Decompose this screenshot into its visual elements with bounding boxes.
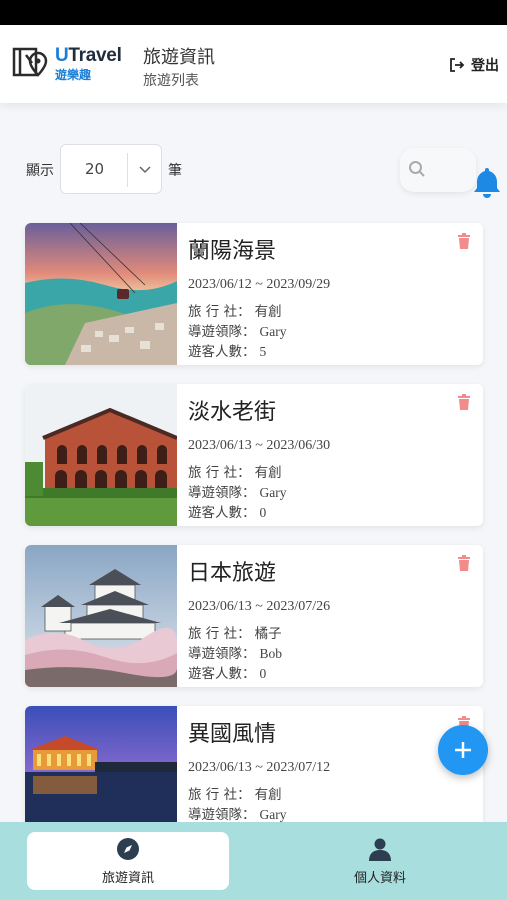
select-divider (127, 153, 128, 187)
tour-agency: 旅 行 社： 有創 (188, 787, 282, 803)
logout-label: 登出 (471, 58, 499, 74)
page-size-select[interactable]: 20 (60, 144, 162, 194)
bell-icon[interactable] (472, 166, 502, 200)
tour-visitors: 遊客人數： 0 (188, 666, 267, 682)
page-size-value: 20 (85, 160, 105, 178)
tour-photo-castle (25, 545, 177, 687)
tour-card[interactable]: 淡水老街 2023/06/13 ~ 2023/06/30 旅 行 社： 有創 導遊… (25, 384, 483, 526)
tour-guide: 導遊領隊： Bob (188, 646, 283, 662)
tour-guide: 導遊領隊： Gary (188, 485, 287, 501)
list-toolbar: 顯示 20 筆 (0, 140, 507, 200)
tour-agency: 旅 行 社： 橘子 (188, 626, 282, 642)
map-pin-logo-icon (12, 47, 48, 77)
tour-dates: 2023/06/13 ~ 2023/07/12 (188, 760, 331, 775)
compass-icon (117, 837, 139, 860)
trash-icon[interactable] (457, 233, 471, 249)
bottom-navigation: 旅遊資訊 個人資料 (0, 822, 507, 900)
tour-dates: 2023/06/13 ~ 2023/07/26 (188, 599, 331, 614)
tour-dates: 2023/06/12 ~ 2023/09/29 (188, 277, 331, 292)
tour-card[interactable]: 日本旅遊 2023/06/13 ~ 2023/07/26 旅 行 社： 橘子 導遊… (25, 545, 483, 687)
tour-dates: 2023/06/13 ~ 2023/06/30 (188, 438, 331, 453)
search-icon (409, 161, 425, 177)
page-subtitle: 旅遊列表 (143, 73, 199, 89)
page-title: 旅遊資訊 (143, 47, 215, 68)
nav-tab-tour-info[interactable]: 旅遊資訊 (27, 832, 229, 890)
app-header: UTravel 遊樂趣 旅遊資訊 旅遊列表 登出 (0, 25, 507, 103)
tour-title: 異國風情 (188, 722, 277, 747)
add-tour-button[interactable] (438, 725, 488, 775)
status-bar (0, 0, 507, 25)
tour-photo-red-fort (25, 384, 177, 526)
logout-icon (450, 58, 465, 72)
search-button[interactable] (400, 148, 476, 192)
app-logo[interactable]: UTravel 遊樂趣 (12, 43, 132, 85)
plus-icon (455, 742, 471, 758)
trash-icon[interactable] (457, 555, 471, 571)
tour-card[interactable]: 蘭陽海景 2023/06/12 ~ 2023/09/29 旅 行 社： 有創 導遊… (25, 223, 483, 365)
tour-title: 淡水老街 (188, 400, 277, 425)
logo-tagline: 遊樂趣 (55, 68, 92, 82)
nav-tab-label: 旅遊資訊 (101, 870, 154, 886)
tour-photo-coast (25, 223, 177, 365)
tour-visitors: 遊客人數： 0 (188, 505, 267, 521)
unit-label: 筆 (168, 163, 182, 179)
logo-wordmark: UTravel (55, 45, 122, 66)
tour-guide: 導遊領隊： Gary (188, 807, 287, 823)
show-label: 顯示 (26, 163, 54, 179)
tour-agency: 旅 行 社： 有創 (188, 304, 282, 320)
tour-agency: 旅 行 社： 有創 (188, 465, 282, 481)
tour-guide: 導遊領隊： Gary (188, 324, 287, 340)
trash-icon[interactable] (457, 394, 471, 410)
tour-title: 日本旅遊 (188, 561, 277, 586)
nav-tab-label: 個人資料 (353, 870, 406, 886)
chevron-down-icon (139, 166, 151, 174)
tour-visitors: 遊客人數： 5 (188, 344, 267, 360)
user-icon (369, 838, 391, 861)
nav-tab-profile[interactable]: 個人資料 (279, 832, 481, 890)
logout-button[interactable]: 登出 (449, 55, 499, 75)
tour-title: 蘭陽海景 (188, 239, 277, 264)
